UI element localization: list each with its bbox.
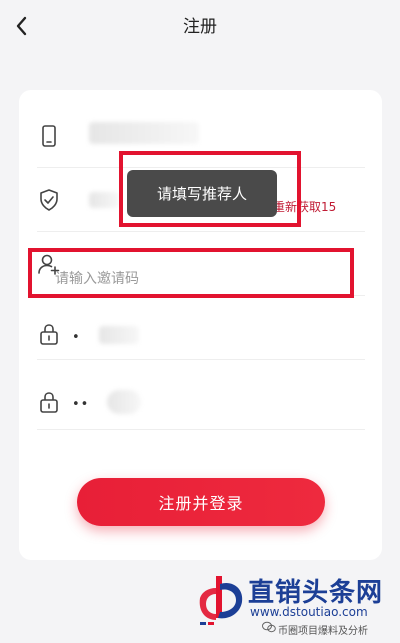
annotation-box-invite xyxy=(28,248,354,298)
lock-icon xyxy=(40,392,58,413)
shield-check-icon xyxy=(40,189,58,211)
confirm-password-value-redacted xyxy=(107,390,141,414)
watermark-name: 直销头条网 xyxy=(248,578,384,608)
lock-icon xyxy=(40,324,58,345)
phone-value-redacted xyxy=(89,122,199,144)
watermark-subtitle: 币圈项目爆料及分析 xyxy=(278,626,368,637)
watermark-logo xyxy=(199,576,243,625)
watermark: 直销头条网 www.dstoutiao.com 币圈项目爆料及分析 xyxy=(196,572,396,638)
password-value-redacted xyxy=(99,326,139,344)
password-field[interactable] xyxy=(37,296,365,360)
confirm-password-mask: •• xyxy=(72,397,90,412)
wechat-icon xyxy=(262,621,276,633)
annotation-box-toast xyxy=(119,151,301,227)
password-mask: • xyxy=(72,330,81,345)
phone-icon xyxy=(42,125,56,147)
confirm-password-field[interactable] xyxy=(37,360,365,430)
watermark-url: www.dstoutiao.com xyxy=(250,605,368,619)
register-login-button[interactable]: 注册并登录 xyxy=(77,478,325,526)
header-bar: 注册 xyxy=(0,0,400,50)
sms-code-value-redacted xyxy=(89,192,119,208)
page-title: 注册 xyxy=(183,17,217,37)
